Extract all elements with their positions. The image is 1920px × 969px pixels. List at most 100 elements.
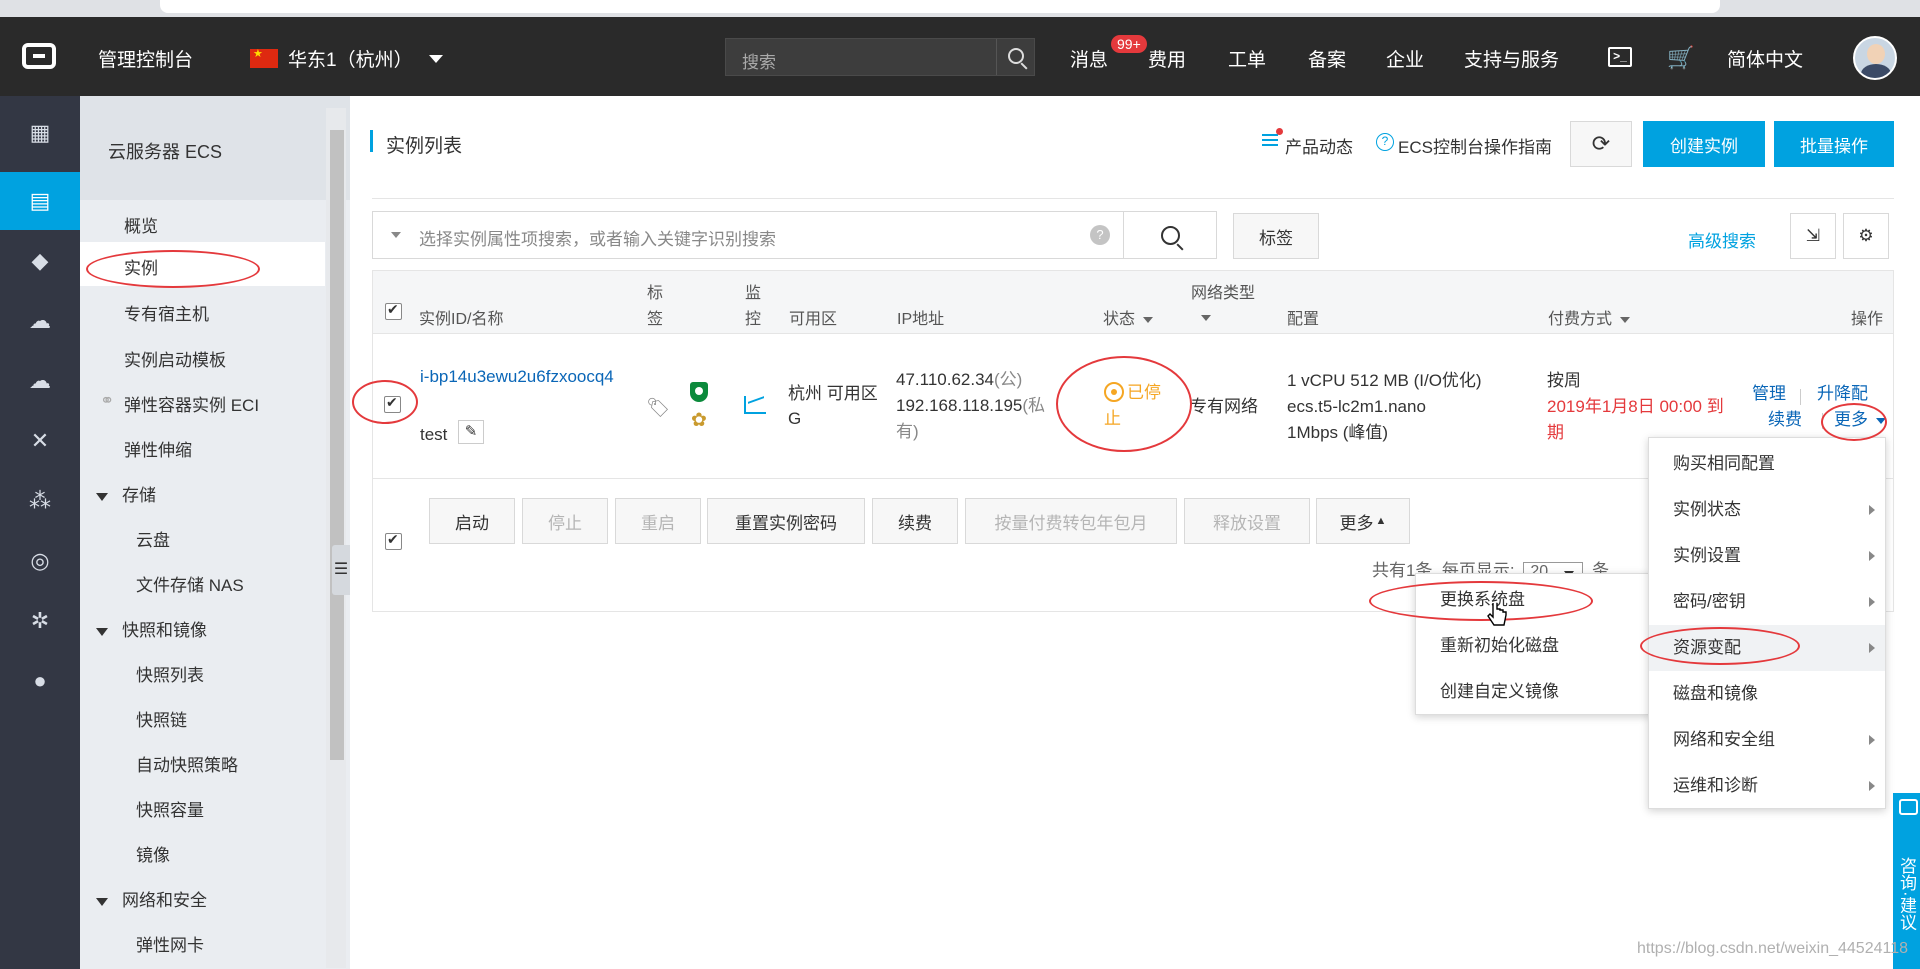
- ecs-server-icon[interactable]: ▤: [0, 172, 80, 230]
- instance-id-link[interactable]: i-bp14u3ewu2u6fzxoocq4: [420, 364, 614, 389]
- tag-icon[interactable]: 🏷: [646, 396, 670, 420]
- column-header-billing[interactable]: 付费方式: [1548, 305, 1631, 329]
- sidebar-group-storage[interactable]: 存储: [96, 481, 156, 506]
- cloud-upload-icon[interactable]: ☁: [0, 352, 80, 410]
- advanced-search-link[interactable]: 高级搜索: [1688, 227, 1756, 252]
- nav-language[interactable]: 简体中文: [1727, 45, 1803, 72]
- aliyun-logo-icon[interactable]: [22, 43, 56, 69]
- sidebar-group-network[interactable]: 网络和安全: [96, 886, 207, 911]
- sidebar-item-images[interactable]: 镜像: [136, 841, 170, 866]
- gear-cloud-icon[interactable]: ✲: [0, 592, 80, 650]
- stop-button[interactable]: 停止: [522, 498, 608, 544]
- circle-icon[interactable]: ●: [0, 652, 80, 710]
- help-icon[interactable]: ?: [1090, 225, 1110, 245]
- instance-filter[interactable]: 选择实例属性项搜索，或者输入关键字识别搜索 ?: [372, 211, 1124, 259]
- sidebar-item-launch-template[interactable]: 实例启动模板: [124, 346, 226, 371]
- network-icon[interactable]: ✕: [0, 412, 80, 470]
- batch-select-checkbox[interactable]: [385, 531, 402, 550]
- row-more-dropdown[interactable]: 更多: [1834, 407, 1886, 432]
- search-icon[interactable]: [1008, 48, 1024, 64]
- column-header-network[interactable]: 网络类型: [1191, 279, 1255, 303]
- globe-icon[interactable]: ◎: [0, 532, 80, 590]
- search-input[interactable]: 搜索: [742, 48, 776, 73]
- sidebar-group-label: 网络和安全: [122, 891, 207, 910]
- guide-link[interactable]: ECS控制台操作指南: [1398, 133, 1552, 158]
- renew-button[interactable]: 续费: [872, 498, 958, 544]
- select-all-checkbox[interactable]: [385, 301, 402, 320]
- menu-item-resource-change[interactable]: 资源变配: [1649, 625, 1885, 671]
- edit-icon[interactable]: ✎: [458, 420, 484, 444]
- menu-item-instance-settings[interactable]: 实例设置: [1649, 533, 1885, 579]
- sidebar-item-eni[interactable]: 弹性网卡: [136, 931, 204, 956]
- product-news-link[interactable]: 产品动态: [1285, 133, 1353, 158]
- chevron-down-icon[interactable]: [391, 232, 401, 238]
- grid-icon[interactable]: ▦: [0, 104, 80, 162]
- sidebar-item-eci[interactable]: 弹性容器实例 ECI: [124, 391, 259, 416]
- address-bar[interactable]: [160, 0, 1720, 13]
- terminal-icon[interactable]: >_: [1608, 47, 1632, 67]
- sidebar-item-overview[interactable]: 概览: [124, 212, 158, 237]
- monitor-chart-icon[interactable]: [744, 396, 766, 414]
- menu-item-create-image[interactable]: 创建自定义镜像: [1416, 669, 1650, 715]
- sidebar-item-autoscaling[interactable]: 弹性伸缩: [124, 436, 192, 461]
- console-link[interactable]: 管理控制台: [98, 45, 193, 72]
- nav-icp[interactable]: 备案: [1308, 45, 1346, 72]
- menu-item-buy-same[interactable]: 购买相同配置: [1649, 441, 1885, 487]
- nav-enterprise[interactable]: 企业: [1386, 45, 1424, 72]
- export-icon[interactable]: ⇲: [1790, 213, 1836, 259]
- menu-item-disk-image[interactable]: 磁盘和镜像: [1649, 671, 1885, 717]
- nav-billing[interactable]: 费用: [1148, 45, 1186, 72]
- column-header-zone: 可用区: [789, 311, 838, 328]
- sidebar-item-snapshot-list[interactable]: 快照列表: [136, 661, 204, 686]
- cart-icon[interactable]: 🛒: [1667, 45, 1694, 71]
- nav-messages[interactable]: 消息: [1070, 45, 1108, 72]
- sidebar-item-auto-snapshot[interactable]: 自动快照策略: [136, 751, 238, 776]
- sidebar-scrollbar-thumb[interactable]: [330, 130, 344, 760]
- sidebar-item-disks[interactable]: 云盘: [136, 526, 170, 551]
- batch-more-button[interactable]: 更多 ▲: [1316, 498, 1410, 544]
- manage-link[interactable]: 管理: [1752, 381, 1786, 406]
- cloud-icon[interactable]: ☁: [0, 292, 80, 350]
- table-header: 实例ID/名称 标 签 监 控 可用区 IP地址 状态 网络类型 配置 付费方式…: [372, 270, 1894, 334]
- region-selector[interactable]: 华东1（杭州）: [250, 45, 443, 72]
- sidebar-group-snapshots[interactable]: 快照和镜像: [96, 616, 207, 641]
- sidebar-item-instances[interactable]: 实例: [124, 254, 158, 279]
- menu-item-reinit-disk[interactable]: 重新初始化磁盘: [1416, 623, 1650, 669]
- filter-search-button[interactable]: [1123, 211, 1217, 259]
- create-instance-button[interactable]: 创建实例: [1643, 121, 1765, 167]
- batch-operation-button[interactable]: 批量操作: [1774, 121, 1894, 167]
- sidebar-item-nas[interactable]: 文件存储 NAS: [136, 571, 244, 596]
- menu-item-instance-status[interactable]: 实例状态: [1649, 487, 1885, 533]
- chevron-down-icon[interactable]: [1201, 315, 1211, 321]
- cube-icon[interactable]: ◆: [0, 232, 80, 290]
- sidebar-collapse-handle[interactable]: ☰: [332, 545, 350, 595]
- menu-item-ops-diagnosis[interactable]: 运维和诊断: [1649, 763, 1885, 809]
- upgrade-link[interactable]: 升降配: [1817, 381, 1868, 406]
- expiry-date: 2019年1月8日 00:00 到: [1547, 397, 1724, 416]
- global-search[interactable]: 搜索: [725, 38, 1035, 76]
- start-button[interactable]: 启动: [429, 498, 515, 544]
- browser-tab-strip: [0, 0, 1920, 17]
- cluster-icon[interactable]: ⁂: [0, 472, 80, 530]
- sidebar-item-snapshot-capacity[interactable]: 快照容量: [136, 796, 204, 821]
- menu-item-password-key[interactable]: 密码/密钥: [1649, 579, 1885, 625]
- gear-icon[interactable]: ⚙: [1843, 213, 1889, 259]
- renew-link[interactable]: 续费: [1768, 407, 1802, 432]
- reset-password-button[interactable]: 重置实例密码: [707, 498, 865, 544]
- menu-item-network-security[interactable]: 网络和安全组: [1649, 717, 1885, 763]
- column-header-status[interactable]: 状态: [1103, 305, 1154, 329]
- column-header-monitor: 监: [745, 285, 762, 302]
- tag-filter-button[interactable]: 标签: [1233, 213, 1319, 259]
- restart-button[interactable]: 重启: [615, 498, 701, 544]
- sidebar-item-snapshot-chain[interactable]: 快照链: [136, 706, 187, 731]
- menu-item-replace-system-disk[interactable]: 更换系统盘: [1416, 577, 1650, 623]
- refresh-button[interactable]: ⟳: [1570, 121, 1632, 167]
- nav-support[interactable]: 支持与服务: [1464, 45, 1559, 72]
- filter-input[interactable]: 选择实例属性项搜索，或者输入关键字识别搜索: [419, 225, 776, 250]
- avatar[interactable]: [1853, 36, 1897, 80]
- release-settings-button[interactable]: 释放设置: [1184, 498, 1310, 544]
- row-checkbox[interactable]: [384, 394, 401, 413]
- nav-tickets[interactable]: 工单: [1228, 45, 1266, 72]
- convert-billing-button[interactable]: 按量付费转包年包月: [965, 498, 1177, 544]
- sidebar-item-dedicated-host[interactable]: 专有宿主机: [124, 300, 209, 325]
